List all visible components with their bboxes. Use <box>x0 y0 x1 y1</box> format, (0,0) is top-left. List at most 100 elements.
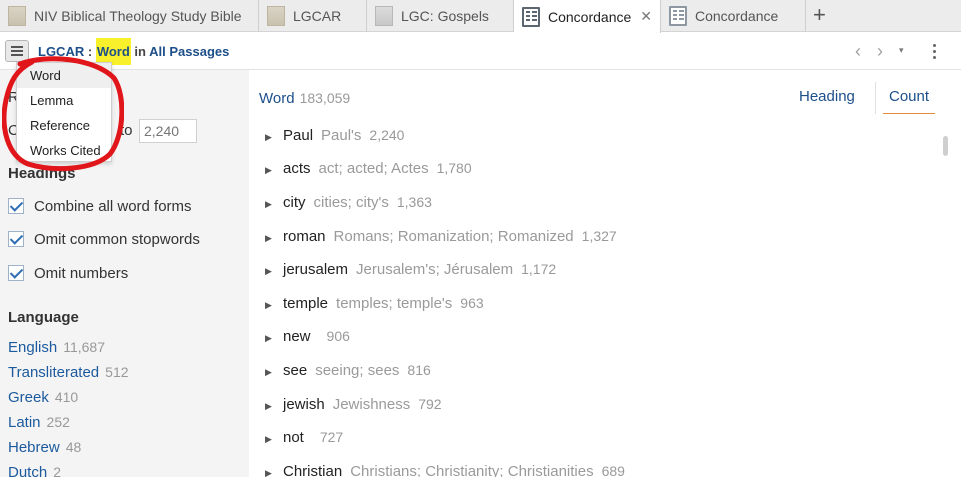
expand-caret-icon[interactable]: ▶ <box>265 367 283 378</box>
language-count: 410 <box>54 389 79 405</box>
word-row[interactable]: ▶ roman Romans; Romanization; Romanized … <box>265 228 617 250</box>
word-count: 1,327 <box>581 228 617 244</box>
checkmark-icon <box>8 265 24 281</box>
results-title: Word 183,059 <box>259 90 350 107</box>
expand-caret-icon[interactable]: ▶ <box>265 132 283 143</box>
sort-by-count-button[interactable]: Count <box>883 88 935 114</box>
word-row[interactable]: ▶ Christian Christians; Christianity; Ch… <box>265 463 625 477</box>
word-text: acts <box>283 160 311 177</box>
word-forms: Romans; Romanization; Romanized <box>333 228 574 245</box>
results-total: 183,059 <box>299 90 351 106</box>
word-row[interactable]: ▶ new 906 <box>265 328 350 350</box>
language-transliterated[interactable]: Transliterated 512 <box>8 364 129 381</box>
word-count: 816 <box>407 362 431 378</box>
menu-item-lemma[interactable]: Lemma <box>17 88 111 113</box>
expand-caret-icon[interactable]: ▶ <box>265 333 283 344</box>
word-row[interactable]: ▶ acts act; acted; Actes 1,780 <box>265 160 472 182</box>
tab-label: LGCAR <box>293 8 342 24</box>
breadcrumb: LGCAR : Word in All Passages <box>38 38 229 65</box>
results-type: Word <box>259 90 295 107</box>
breadcrumb-in: in <box>134 44 146 59</box>
word-text: roman <box>283 228 326 245</box>
history-dropdown-icon[interactable]: ▾ <box>899 45 904 56</box>
hamburger-icon <box>11 54 23 56</box>
scope-link[interactable]: All Passages <box>149 44 229 59</box>
word-count: 1,172 <box>521 261 557 277</box>
concordance-results: Word 183,059 Heading Count ▶ Paul Paul's … <box>249 70 961 477</box>
menu-item-works-cited[interactable]: Works Cited <box>17 138 111 163</box>
language-english[interactable]: English 11,687 <box>8 339 105 356</box>
forward-chevron-icon[interactable]: › <box>877 41 883 62</box>
word-forms: act; acted; Actes <box>318 160 429 177</box>
sort-divider <box>875 82 876 114</box>
sort-by-heading-button[interactable]: Heading <box>799 88 855 105</box>
check-label: Omit common stopwords <box>34 230 200 248</box>
expand-caret-icon[interactable]: ▶ <box>265 300 283 311</box>
book-cover-icon <box>8 6 26 26</box>
word-count: 727 <box>319 429 344 445</box>
word-forms: Jerusalem's; Jérusalem <box>356 261 514 278</box>
expand-caret-icon[interactable]: ▶ <box>265 266 283 277</box>
language-dutch[interactable]: Dutch 2 <box>8 464 61 477</box>
word-row[interactable]: ▶ not 727 <box>265 429 343 451</box>
expand-caret-icon[interactable]: ▶ <box>265 199 283 210</box>
checkmark-icon <box>8 198 24 214</box>
count-max-input[interactable] <box>139 119 197 143</box>
word-row[interactable]: ▶ jerusalem Jerusalem's; Jérusalem 1,172 <box>265 261 556 283</box>
word-text: city <box>283 194 306 211</box>
language-title: Language <box>8 309 79 326</box>
word-row[interactable]: ▶ jewish Jewishness 792 <box>265 396 442 418</box>
more-options-button[interactable] <box>930 43 938 61</box>
language-latin[interactable]: Latin 252 <box>8 414 70 431</box>
language-name: Latin <box>8 414 41 431</box>
language-name: Hebrew <box>8 439 60 456</box>
resource-link[interactable]: LGCAR <box>38 44 84 59</box>
tab-label: LGC: Gospels <box>401 8 489 24</box>
tab-lgc-gospels[interactable]: LGC: Gospels <box>367 0 514 32</box>
expand-caret-icon[interactable]: ▶ <box>265 165 283 176</box>
language-name: Dutch <box>8 464 48 477</box>
word-row[interactable]: ▶ see seeing; sees 816 <box>265 362 431 384</box>
word-count: 963 <box>460 295 484 311</box>
omit-numbers-checkbox[interactable]: Omit numbers <box>8 262 128 284</box>
concordance-icon <box>522 6 540 27</box>
language-name: Transliterated <box>8 364 100 381</box>
tab-concordance[interactable]: Concordance <box>661 0 806 32</box>
word-row[interactable]: ▶ temple temples; temple's 963 <box>265 295 484 317</box>
scrollbar-thumb[interactable] <box>943 136 948 156</box>
language-count: 48 <box>65 439 82 455</box>
back-chevron-icon[interactable]: ‹ <box>855 41 861 62</box>
language-greek[interactable]: Greek 410 <box>8 389 78 406</box>
word-text: jewish <box>283 396 325 413</box>
word-forms: Christians; Christianity; Christianities <box>350 463 594 477</box>
tab-lgcar[interactable]: LGCAR <box>259 0 367 32</box>
book-cover-icon <box>267 6 285 26</box>
expand-caret-icon[interactable]: ▶ <box>265 401 283 412</box>
book-cover-icon <box>375 6 393 26</box>
tab-concordance-active[interactable]: Concordance ✕ <box>514 0 661 33</box>
expand-caret-icon[interactable]: ▶ <box>265 468 283 477</box>
combine-forms-checkbox[interactable]: Combine all word forms <box>8 195 192 217</box>
tab-niv-study-bible[interactable]: NIV Biblical Theology Study Bible <box>0 0 259 32</box>
word-text: Paul <box>283 127 314 144</box>
breadcrumb-separator: : <box>87 44 93 59</box>
language-count: 252 <box>46 414 70 430</box>
tab-label: NIV Biblical Theology Study Bible <box>34 8 242 24</box>
word-row[interactable]: ▶ city cities; city's 1,363 <box>265 194 432 216</box>
word-row[interactable]: ▶ Paul Paul's 2,240 <box>265 127 404 149</box>
menu-item-word[interactable]: Word <box>17 63 111 88</box>
expand-caret-icon[interactable]: ▶ <box>265 434 283 445</box>
new-tab-button[interactable]: + <box>813 4 826 26</box>
panel-menu-button[interactable] <box>5 40 29 62</box>
kebab-dot-icon <box>933 44 936 47</box>
omit-stopwords-checkbox[interactable]: Omit common stopwords <box>8 228 200 250</box>
language-hebrew[interactable]: Hebrew 48 <box>8 439 81 456</box>
word-text: jerusalem <box>283 261 349 278</box>
menu-item-reference[interactable]: Reference <box>17 113 111 138</box>
language-count: 512 <box>105 364 129 380</box>
word-count: 906 <box>326 328 350 344</box>
type-selector[interactable]: Word <box>95 38 131 65</box>
close-icon[interactable]: ✕ <box>640 8 652 25</box>
expand-caret-icon[interactable]: ▶ <box>265 233 283 244</box>
word-count: 1,363 <box>396 194 432 210</box>
